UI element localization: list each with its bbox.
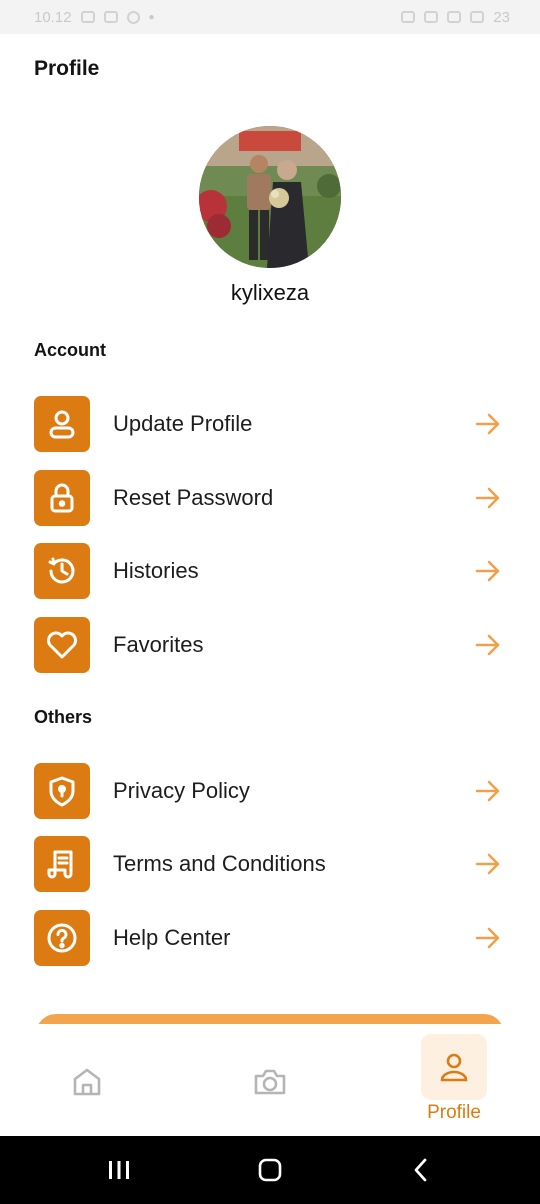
status-bar: 10.12 ● 23 [0,0,540,34]
help-icon [34,910,90,966]
alarm-icon [401,11,416,23]
signal-icon [470,11,485,23]
shield-icon [34,763,90,819]
arrow-right-icon [475,487,500,509]
menu-label: Terms and Conditions [113,851,326,876]
camera-icon [250,1062,290,1102]
nav-item-camera[interactable] [235,1024,305,1136]
menu-label: Update Profile [113,411,253,436]
menu-label: Help Center [113,925,231,950]
clock-icon [126,10,140,24]
status-time: 10.12 [34,8,72,26]
menu-item-help-center[interactable]: Help Center [34,909,506,967]
network-icon [424,11,439,23]
menu-item-privacy-policy[interactable]: Privacy Policy [34,762,506,820]
recent-apps-icon [109,1161,129,1179]
menu-item-histories[interactable]: Histories [34,542,506,600]
profile-icon [421,1034,487,1100]
lock-icon [34,470,90,526]
menu-label: Favorites [113,632,204,657]
recent-apps-button[interactable] [79,1136,159,1204]
section-title-account: Account [34,340,106,360]
nav-item-home[interactable] [52,1024,122,1136]
arrow-right-icon [475,413,500,435]
menu-label: Reset Password [113,485,274,510]
dot-icon: ● [148,11,155,23]
menu-item-update-profile[interactable]: Update Profile [34,395,506,453]
heart-icon [34,617,90,673]
history-icon [34,543,90,599]
wifi-icon [447,11,462,23]
home-icon [67,1062,107,1102]
arrow-right-icon [475,560,500,582]
menu-item-favorites[interactable]: Favorites [34,616,506,674]
menu-label: Privacy Policy [113,778,250,803]
back-icon [414,1158,427,1182]
system-nav-bar [0,1136,540,1204]
username: kylixeza [230,280,310,305]
back-button[interactable] [381,1136,461,1204]
menu-item-terms-and-conditions[interactable]: Terms and Conditions [34,835,506,893]
avatar[interactable] [199,126,341,268]
nav-label-profile: Profile [427,1102,481,1123]
document-icon [34,836,90,892]
menu-label: Histories [113,558,199,583]
menu-item-reset-password[interactable]: Reset Password [34,469,506,527]
home-system-button[interactable] [230,1136,310,1204]
arrow-right-icon [475,634,500,656]
arrow-right-icon [475,780,500,802]
section-title-others: Others [34,707,93,727]
bug-icon [103,11,118,23]
arrow-right-icon [475,853,500,875]
battery-icon: 23 [493,8,510,26]
home-square-icon [258,1158,282,1182]
page-title: Profile [34,57,100,80]
user-icon [34,396,90,452]
arrow-right-icon [475,927,500,949]
gallery-icon [80,11,95,23]
bottom-nav: Profile [0,1024,540,1136]
nav-item-profile[interactable]: Profile [418,1024,490,1136]
